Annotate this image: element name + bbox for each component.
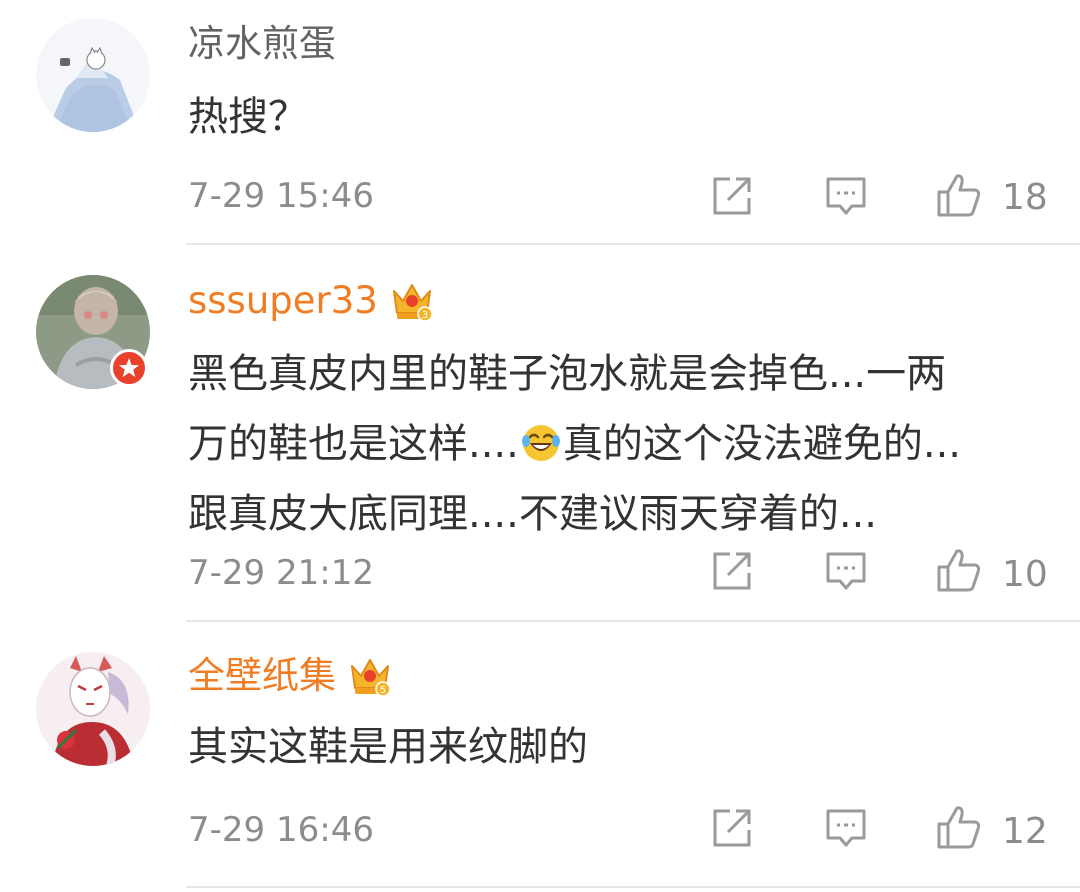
repost-icon bbox=[713, 809, 751, 847]
verified-badge bbox=[110, 349, 148, 387]
thumbs-up-icon bbox=[937, 806, 981, 849]
avatar[interactable] bbox=[36, 18, 150, 132]
comment-item: sssuper33 3 黑色真皮内里的鞋子泡水就是会掉色...一两 万的鞋也是这… bbox=[0, 245, 1080, 622]
timestamp: 7-29 16:46 bbox=[188, 810, 374, 850]
repost-button[interactable] bbox=[710, 549, 754, 593]
repost-button[interactable] bbox=[710, 174, 754, 218]
comment-text-line: 万的鞋也是这样.... 真的这个没法避免的... bbox=[188, 409, 1048, 479]
comment-icon bbox=[826, 177, 866, 215]
like-button[interactable] bbox=[936, 172, 981, 217]
vip-crown-icon: 3 bbox=[390, 279, 434, 323]
comment-text-line: 跟真皮大底同理....不建议雨天穿着的... bbox=[188, 491, 878, 537]
like-count: 10 bbox=[1002, 554, 1048, 595]
comment-item: 凉水煎蛋 热搜？ 7-29 15:46 18 bbox=[0, 0, 1080, 245]
repost-icon bbox=[713, 552, 751, 590]
vip-crown-icon: 5 bbox=[348, 654, 392, 698]
like-count: 12 bbox=[1002, 811, 1048, 852]
comment-button[interactable] bbox=[824, 174, 868, 218]
username-text[interactable]: sssuper33 bbox=[188, 279, 378, 323]
comment-feed: 凉水煎蛋 热搜？ 7-29 15:46 18 sssuper33 3 黑色真皮内… bbox=[0, 0, 1080, 892]
comment-text: 热搜？ bbox=[188, 82, 1048, 152]
timestamp: 7-29 15:46 bbox=[188, 176, 374, 216]
crown-level: 5 bbox=[380, 685, 386, 696]
timestamp: 7-29 21:12 bbox=[188, 553, 374, 593]
comment-text-line: 黑色真皮内里的鞋子泡水就是会掉色...一两 bbox=[188, 351, 947, 397]
comment-text-line: 其实这鞋是用来纹脚的 bbox=[188, 724, 588, 770]
laughing-tears-emoji bbox=[521, 425, 560, 461]
username[interactable]: 凉水煎蛋 bbox=[188, 22, 336, 66]
thumbs-up-icon bbox=[937, 549, 981, 592]
like-button[interactable] bbox=[936, 804, 981, 849]
verified-star-icon bbox=[119, 358, 139, 377]
comment-text-segment: 真的这个没法避免的... bbox=[562, 421, 962, 467]
repost-button[interactable] bbox=[710, 806, 754, 850]
comment-text: 黑色真皮内里的鞋子泡水就是会掉色...一两 万的鞋也是这样.... 真的这个没法… bbox=[188, 339, 1048, 549]
thumbs-up-icon bbox=[937, 174, 981, 217]
username[interactable]: sssuper33 3 bbox=[188, 279, 434, 323]
comment-button[interactable] bbox=[824, 549, 868, 593]
like-button[interactable] bbox=[936, 547, 981, 592]
avatar[interactable] bbox=[36, 652, 150, 766]
comment-button[interactable] bbox=[824, 806, 868, 850]
comment-text: 其实这鞋是用来纹脚的 bbox=[188, 712, 1048, 782]
comment-item: 全壁纸集 5 其实这鞋是用来纹脚的 7-29 16:46 12 bbox=[0, 622, 1080, 892]
comment-text-segment: 万的鞋也是这样.... bbox=[188, 421, 519, 467]
like-count: 18 bbox=[1002, 177, 1048, 218]
repost-icon bbox=[713, 177, 751, 215]
comment-icon bbox=[826, 809, 866, 847]
crown-level: 3 bbox=[422, 310, 428, 321]
comment-icon bbox=[826, 552, 866, 590]
divider bbox=[186, 886, 1080, 888]
comment-text-line: 热搜？ bbox=[188, 94, 308, 140]
username-text[interactable]: 凉水煎蛋 bbox=[188, 22, 336, 66]
username-text[interactable]: 全壁纸集 bbox=[188, 654, 336, 698]
username[interactable]: 全壁纸集 5 bbox=[188, 654, 392, 698]
